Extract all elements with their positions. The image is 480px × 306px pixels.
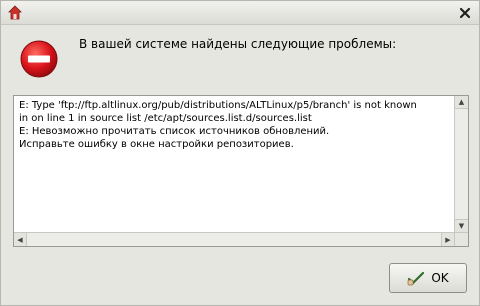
error-icon bbox=[19, 39, 59, 79]
scroll-left-arrow-icon[interactable]: ◀ bbox=[14, 233, 27, 246]
scroll-right-arrow-icon[interactable]: ▶ bbox=[441, 233, 454, 246]
horizontal-scrollbar[interactable]: ◀ ▶ bbox=[14, 232, 454, 246]
details-text-view[interactable]: E: Type 'ftp://ftp.altlinux.org/pub/dist… bbox=[13, 95, 469, 247]
close-icon[interactable] bbox=[457, 5, 473, 21]
error-message: В вашей системе найдены следующие пробле… bbox=[79, 37, 397, 51]
check-hand-icon bbox=[407, 270, 425, 286]
scroll-up-arrow-icon[interactable]: ▲ bbox=[455, 96, 468, 109]
titlebar[interactable] bbox=[1, 1, 479, 25]
ok-button[interactable]: OK bbox=[389, 263, 467, 293]
vertical-scrollbar[interactable]: ▲ ▼ bbox=[454, 96, 468, 232]
ok-button-label: OK bbox=[431, 271, 449, 285]
app-icon bbox=[7, 5, 23, 21]
scroll-down-arrow-icon[interactable]: ▼ bbox=[455, 219, 468, 232]
scroll-corner bbox=[454, 232, 468, 246]
error-dialog: В вашей системе найдены следующие пробле… bbox=[0, 0, 480, 306]
details-text[interactable]: E: Type 'ftp://ftp.altlinux.org/pub/dist… bbox=[19, 99, 451, 231]
